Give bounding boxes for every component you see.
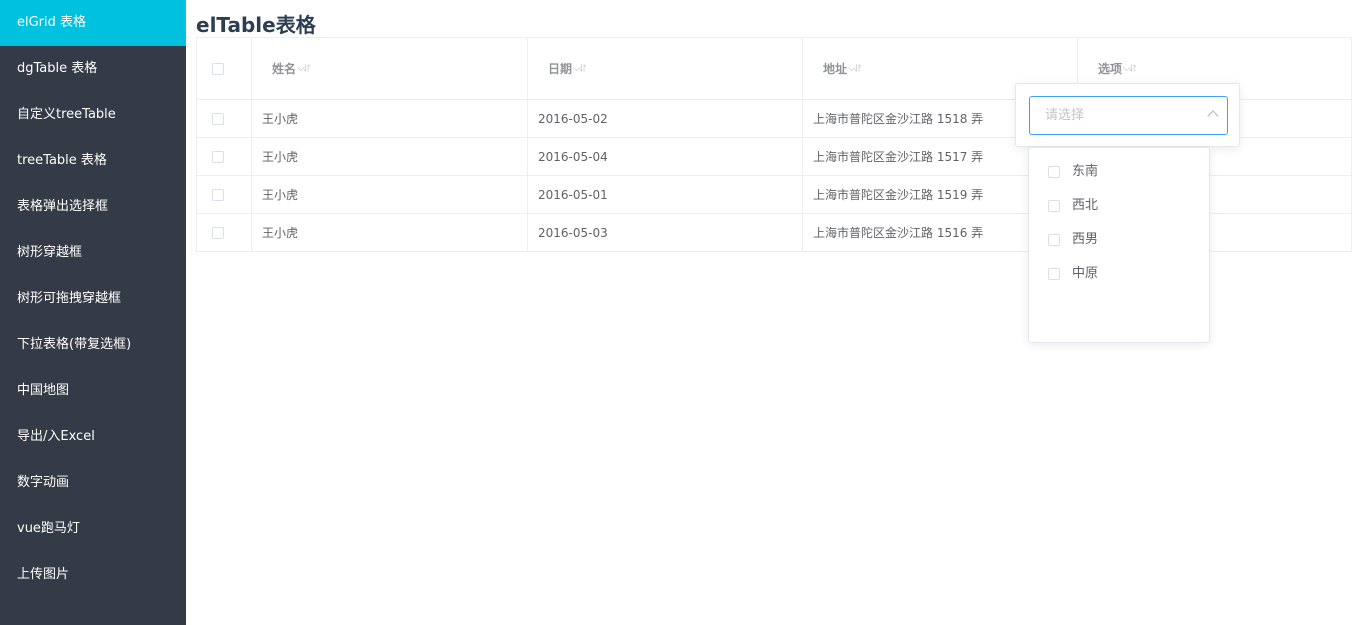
cell-name: 王小虎 <box>252 138 528 175</box>
sidebar-item-upload-image[interactable]: 上传图片 <box>0 552 186 598</box>
filter-select-placeholder: 请选择 <box>1045 108 1085 123</box>
sidebar-item-china-map[interactable]: 中国地图 <box>0 368 186 414</box>
sidebar-item-draggable-tree-transfer[interactable]: 树形可拖拽穿越框 <box>0 276 186 322</box>
chevron-up-icon[interactable] <box>1207 110 1219 122</box>
filter-popover: 请选择 <box>1015 83 1240 147</box>
sidebar-item-dropdown-table[interactable]: 下拉表格(带复选框) <box>0 322 186 368</box>
header-name-label: 姓名 <box>272 62 297 76</box>
option-item[interactable]: 东南 <box>1048 162 1098 182</box>
header-option-label: 选项 <box>1098 62 1123 76</box>
sidebar-item-number-animation[interactable]: 数字动画 <box>0 460 186 506</box>
option-label: 东南 <box>1072 164 1099 179</box>
option-item[interactable]: 西北 <box>1048 196 1098 216</box>
option-checkbox[interactable] <box>1048 200 1060 212</box>
cell-date: 2016-05-03 <box>528 214 803 251</box>
option-label: 西北 <box>1072 198 1099 213</box>
option-label: 中原 <box>1072 266 1099 281</box>
filter-options-panel: 东南 西北 西男 中原 <box>1028 147 1210 343</box>
select-all-checkbox[interactable] <box>211 62 224 75</box>
row-checkbox[interactable] <box>211 188 224 201</box>
option-label: 西男 <box>1072 232 1099 247</box>
sidebar-item-custom-treetable[interactable]: 自定义treeTable <box>0 92 186 138</box>
sidebar-item-table-popup-select[interactable]: 表格弹出选择框 <box>0 184 186 230</box>
sidebar-item-marquee[interactable]: vue跑马灯 <box>0 506 186 552</box>
sidebar-item-elgrid[interactable]: elGrid 表格 <box>0 0 186 46</box>
cell-date: 2016-05-04 <box>528 138 803 175</box>
sort-icon[interactable]: ⌵⥯ <box>1123 63 1136 74</box>
header-date[interactable]: 日期 ⌵⥯ <box>528 38 803 99</box>
page-title: elTable表格 <box>196 13 316 37</box>
option-item[interactable]: 西男 <box>1048 230 1098 250</box>
header-address-label: 地址 <box>823 62 848 76</box>
cell-name: 王小虎 <box>252 176 528 213</box>
filter-select[interactable]: 请选择 <box>1029 96 1228 135</box>
header-date-label: 日期 <box>548 62 573 76</box>
sidebar-item-tree-transfer[interactable]: 树形穿越框 <box>0 230 186 276</box>
sidebar-item-excel[interactable]: 导出/入Excel <box>0 414 186 460</box>
cell-date: 2016-05-01 <box>528 176 803 213</box>
sidebar: elGrid 表格 dgTable 表格 自定义treeTable treeTa… <box>0 0 186 625</box>
row-checkbox[interactable] <box>211 226 224 239</box>
cell-date: 2016-05-02 <box>528 100 803 137</box>
row-checkbox[interactable] <box>211 150 224 163</box>
option-checkbox[interactable] <box>1048 166 1060 178</box>
sidebar-item-dgtable[interactable]: dgTable 表格 <box>0 46 186 92</box>
row-checkbox[interactable] <box>211 112 224 125</box>
sort-icon[interactable]: ⌵⥯ <box>573 63 586 74</box>
sort-icon[interactable]: ⌵⥯ <box>848 63 861 74</box>
row-select-cell <box>197 214 252 251</box>
sidebar-item-treetable[interactable]: treeTable 表格 <box>0 138 186 184</box>
header-name[interactable]: 姓名 ⌵⥯ <box>252 38 528 99</box>
row-select-cell <box>197 138 252 175</box>
header-select-cell <box>197 38 252 99</box>
cell-name: 王小虎 <box>252 100 528 137</box>
sort-icon[interactable]: ⌵⥯ <box>297 63 310 74</box>
row-select-cell <box>197 100 252 137</box>
cell-name: 王小虎 <box>252 214 528 251</box>
main-content: elTable表格 姓名 ⌵⥯ 日期 ⌵⥯ 地址 ⌵⥯ 选项 ⌵⥯ 王小虎 20… <box>186 0 1363 625</box>
option-checkbox[interactable] <box>1048 234 1060 246</box>
row-select-cell <box>197 176 252 213</box>
option-checkbox[interactable] <box>1048 268 1060 280</box>
option-item[interactable]: 中原 <box>1048 264 1098 284</box>
